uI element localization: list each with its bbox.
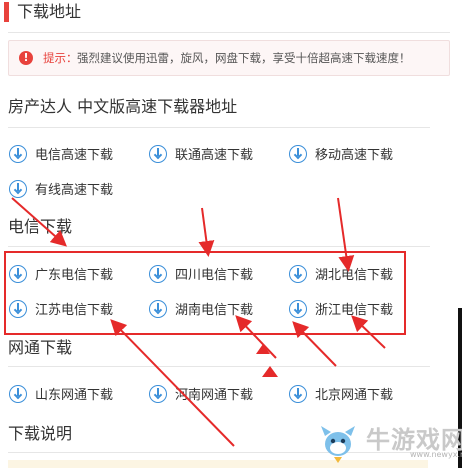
- download-icon: [289, 384, 307, 403]
- download-link[interactable]: 河南网通下载: [149, 384, 253, 403]
- download-link[interactable]: 电信高速下载: [9, 144, 113, 163]
- divider: [8, 246, 430, 247]
- download-link[interactable]: 山东网通下载: [9, 384, 113, 403]
- tip-box: ! 提示： 强烈建议使用迅雷，旋风，网盘下载，享受十倍超高速下载速度！: [8, 40, 450, 76]
- download-icon: [289, 144, 307, 163]
- annotation-arrowhead: [256, 344, 270, 354]
- page-title: 下载地址: [17, 2, 82, 21]
- download-link-label: 北京网通下载: [315, 388, 394, 403]
- download-link-label: 山东网通下载: [35, 388, 114, 403]
- divider: [8, 32, 450, 33]
- download-icon: [149, 144, 167, 163]
- download-link[interactable]: 移动高速下载: [289, 144, 393, 163]
- alert-icon: !: [19, 51, 33, 65]
- divider: [8, 127, 430, 128]
- download-icon: [149, 384, 167, 403]
- download-icon: [9, 384, 27, 403]
- annotation-highlight-box: [4, 251, 406, 335]
- tip-text: 强烈建议使用迅雷，旋风，网盘下载，享受十倍超高速下载速度！: [77, 51, 411, 65]
- watermark-logo-icon: [321, 426, 355, 463]
- section-title-telecom: 电信下载: [8, 217, 73, 236]
- divider: [8, 366, 430, 367]
- download-icon: [9, 144, 27, 163]
- download-link-label: 电信高速下载: [35, 148, 114, 163]
- section-title-netcom: 网通下载: [8, 338, 73, 357]
- section-title-instructions: 下载说明: [8, 424, 73, 443]
- watermark-url: www.newyx.net: [410, 450, 462, 459]
- section-accent-bar: [4, 2, 9, 22]
- section-title-highspeed: 房产达人 中文版高速下载器地址: [8, 97, 238, 116]
- download-link-label: 河南网通下载: [175, 388, 254, 403]
- download-link-label: 移动高速下载: [315, 148, 394, 163]
- download-link-label: 联通高速下载: [175, 148, 254, 163]
- tip-label: 提示：: [43, 51, 78, 65]
- download-link-label: 有线高速下载: [35, 183, 114, 198]
- download-link[interactable]: 联通高速下载: [149, 144, 253, 163]
- instructions-box: [8, 460, 428, 468]
- download-icon: [9, 179, 27, 198]
- download-link[interactable]: 北京网通下载: [289, 384, 393, 403]
- annotation-arrowhead: [262, 366, 278, 377]
- download-link[interactable]: 有线高速下载: [9, 179, 113, 198]
